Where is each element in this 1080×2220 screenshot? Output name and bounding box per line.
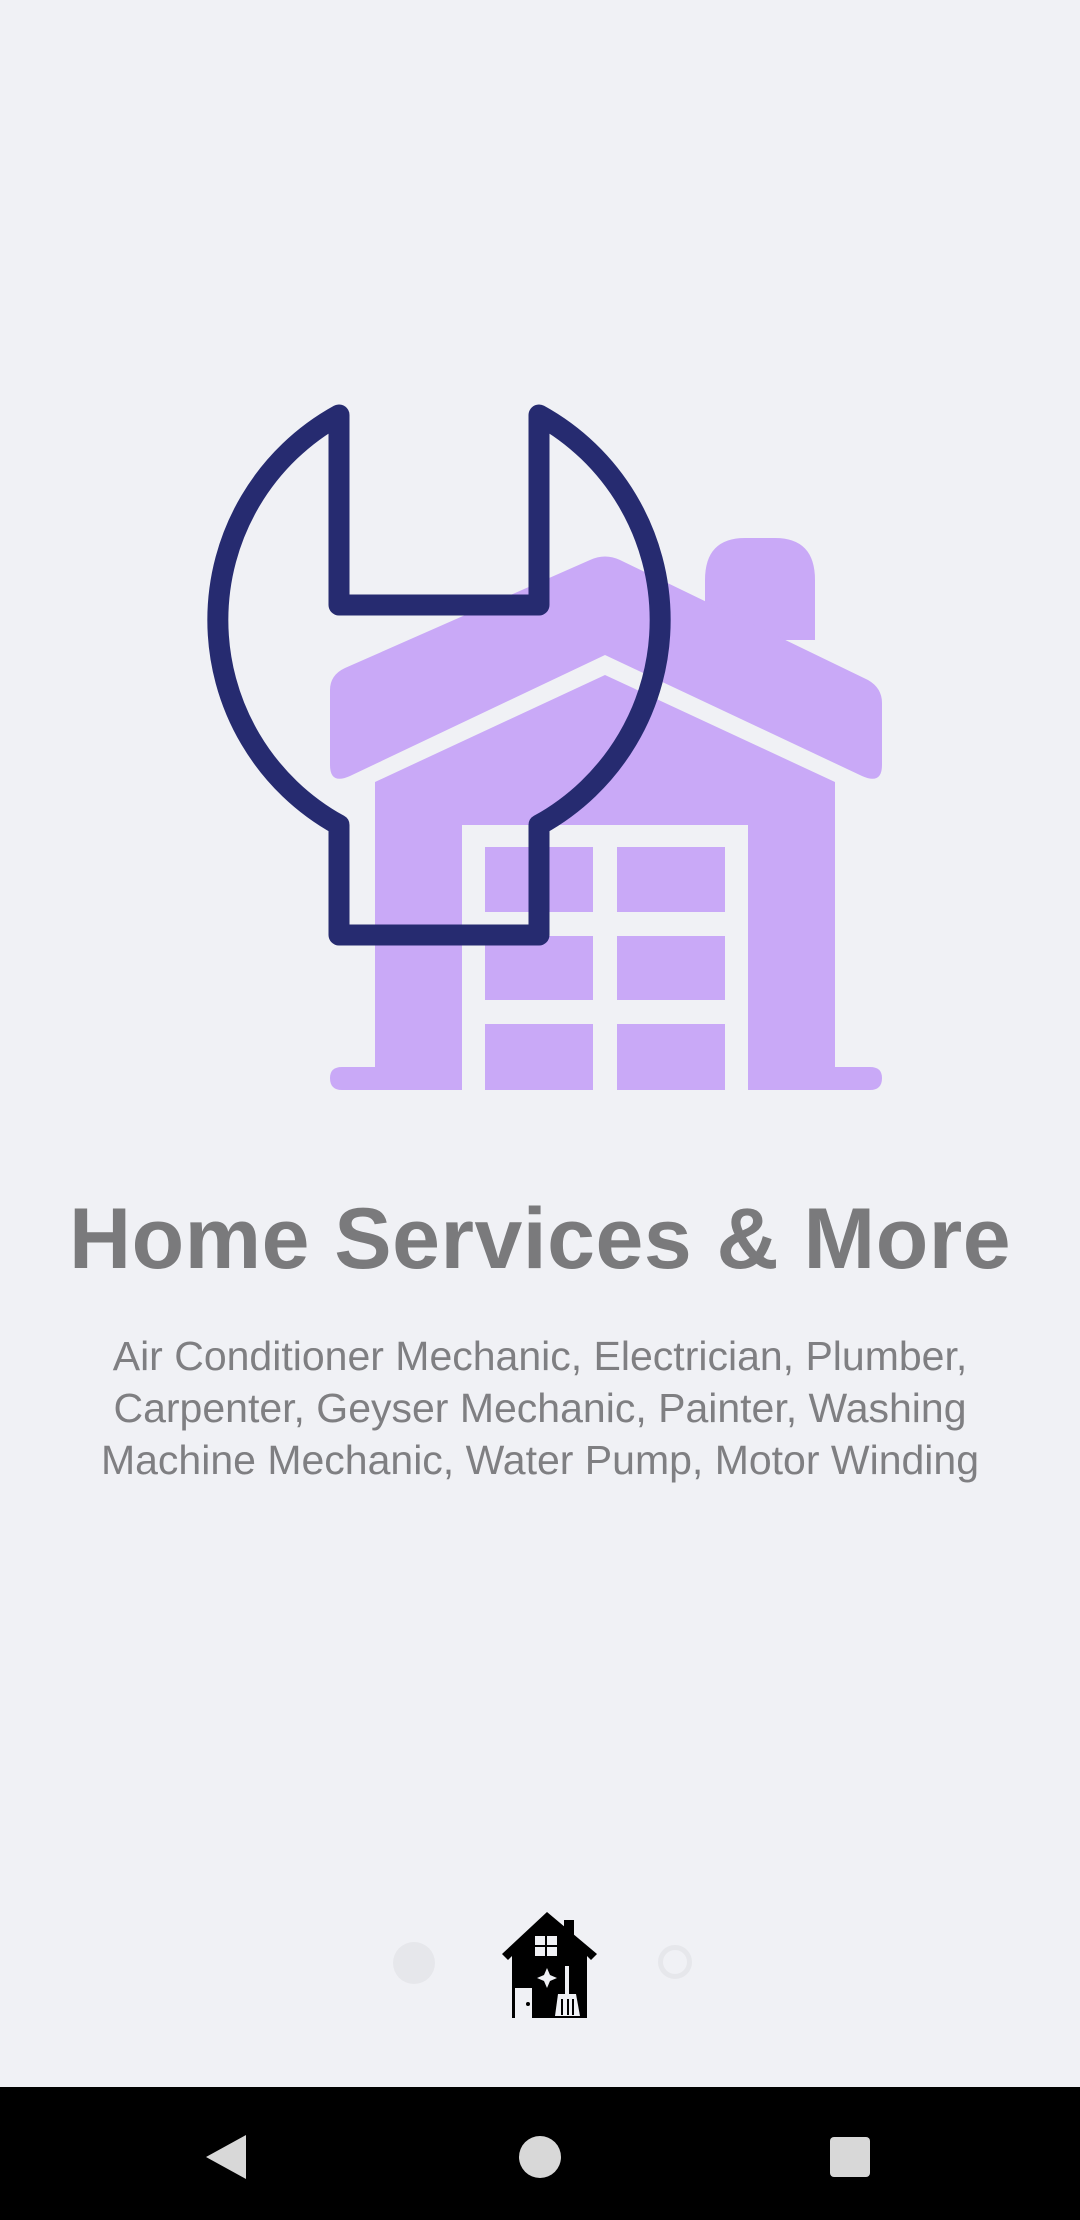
- home-button[interactable]: [490, 2107, 590, 2207]
- home-circle-icon: [519, 2136, 561, 2178]
- back-triangle-icon: [206, 2135, 246, 2179]
- recents-button[interactable]: [800, 2107, 900, 2207]
- page-dot-3[interactable]: [658, 1945, 692, 1979]
- house-cleaning-icon: [502, 1912, 597, 2018]
- onboarding-title: Home Services & More: [68, 1191, 1012, 1287]
- page-indicator: [0, 1900, 1080, 2030]
- onboarding-description: Air Conditioner Mechanic, Electrician, P…: [100, 1333, 980, 1483]
- recents-square-icon: [830, 2137, 870, 2177]
- page-dot-1[interactable]: [393, 1942, 435, 1984]
- onboarding-screen: Home Services & More Air Conditioner Mec…: [0, 0, 1080, 2220]
- house-with-wrench-icon: [207, 404, 882, 1090]
- back-button[interactable]: [176, 2107, 276, 2207]
- system-navigation-bar: [0, 2087, 1080, 2220]
